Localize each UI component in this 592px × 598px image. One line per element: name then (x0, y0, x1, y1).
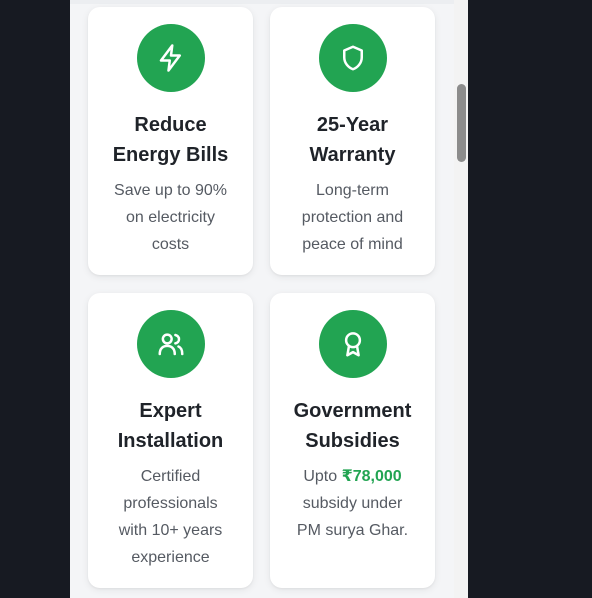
feature-title-line: 25-Year (316, 114, 389, 136)
feature-title-line: Government (293, 400, 412, 422)
section-top-edge (70, 0, 454, 4)
feature-description-line: Save up to 90% (114, 182, 227, 199)
award-icon (344, 332, 361, 357)
users-icon (158, 333, 183, 356)
feature-title: Reduce Energy Bills (88, 110, 253, 170)
feature-description-line: Long-term (316, 182, 389, 199)
feature-icon-badge (136, 24, 205, 92)
feature-title-line: Reduce (134, 114, 207, 136)
page-viewport: Reduce Energy Bills Save up to 90% on el… (70, 0, 454, 598)
feature-description-line: with 10+ years (118, 522, 223, 539)
feature-description-line: PM surya Ghar. (296, 522, 409, 539)
feature-title-line: Subsidies (305, 430, 400, 452)
feature-title: Government Subsidies (270, 396, 435, 456)
feature-icon-badge (318, 24, 387, 92)
feature-title: 25-Year Warranty (270, 110, 435, 170)
feature-card-expert-installation: Expert Installation Certified profession… (88, 293, 253, 588)
feature-icon-badge (318, 310, 387, 378)
feature-card-government-subsidies: Government Subsidies Upto ₹78,000 subsid… (270, 293, 435, 588)
shield-icon (342, 45, 363, 71)
feature-description-line: experience (131, 549, 210, 566)
subsidy-prefix: Upto (303, 468, 342, 485)
feature-description-line: subsidy under (302, 495, 403, 512)
subsidy-amount: ₹78,000 (341, 468, 402, 485)
feature-description-line: costs (151, 236, 190, 253)
scrollbar-thumb[interactable] (457, 84, 466, 162)
feature-card-warranty: 25-Year Warranty Long-term protection an… (270, 7, 435, 275)
feature-description: Long-term protection and peace of mind (270, 177, 435, 258)
feature-description-line: on electricity (126, 209, 215, 226)
feature-icon-badge (136, 310, 205, 378)
feature-title-line: Installation (117, 430, 224, 452)
lightning-icon (159, 44, 181, 72)
feature-title-line: Energy Bills (112, 144, 229, 166)
feature-card-reduce-energy-bills: Reduce Energy Bills Save up to 90% on el… (88, 7, 253, 275)
feature-description-line: Upto ₹78,000 (284, 463, 421, 490)
feature-title-line: Expert (139, 400, 202, 422)
feature-description-line: protection and (301, 209, 404, 226)
feature-description: Upto ₹78,000 subsidy under PM surya Ghar… (270, 463, 435, 544)
feature-description-line: Certified (140, 468, 201, 485)
feature-description: Certified professionals with 10+ years e… (88, 463, 253, 571)
feature-title: Expert Installation (88, 396, 253, 456)
feature-description-line: professionals (123, 495, 218, 512)
scrollbar-track[interactable] (454, 0, 468, 598)
feature-description: Save up to 90% on electricity costs (88, 177, 253, 258)
feature-title-line: Warranty (309, 144, 396, 166)
feature-description-line: peace of mind (302, 236, 403, 253)
